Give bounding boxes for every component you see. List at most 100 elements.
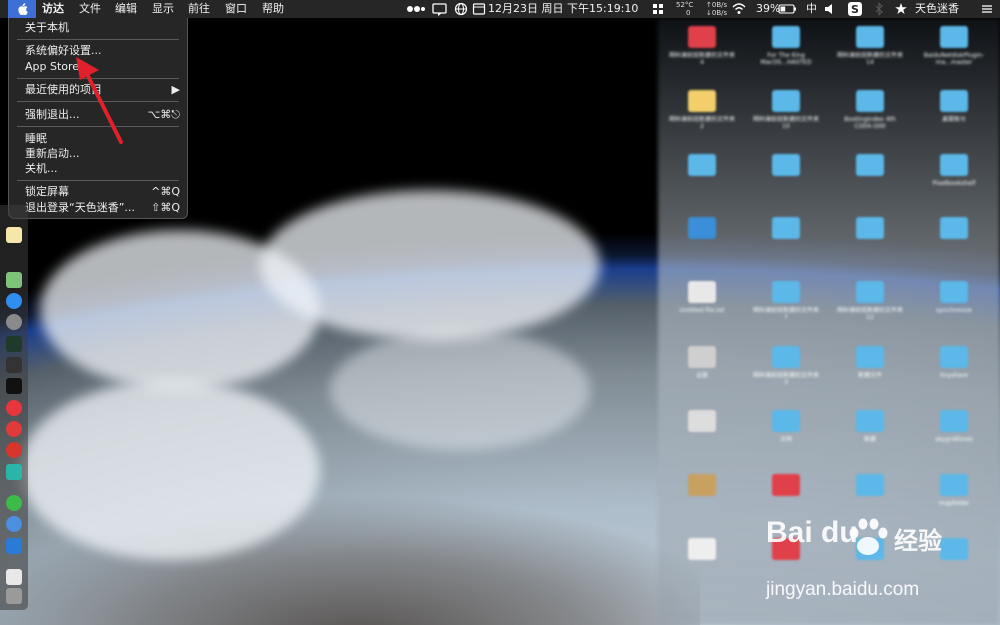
desktop-icon-caption (667, 243, 737, 259)
desktop-icon[interactable] (751, 215, 821, 271)
system-preferences-item[interactable]: 系统偏好设置... (9, 43, 187, 58)
desktop-icon[interactable]: Untitled file.txt (667, 279, 737, 335)
console-app-icon[interactable] (6, 357, 22, 373)
input-method-indicator[interactable]: 中 (806, 0, 817, 18)
restart-item[interactable]: 重新启动... (9, 146, 187, 161)
maps-app-icon[interactable] (6, 272, 22, 288)
folder-icon (856, 217, 884, 239)
datetime-clock[interactable]: 12月23日 周日 下午15:19:10 (488, 0, 638, 18)
desktop-icon[interactable]: 桌面账号 (919, 88, 989, 144)
yandex-browser-icon[interactable] (6, 400, 22, 416)
desktop-icon[interactable] (667, 215, 737, 271)
star-icon[interactable] (895, 0, 907, 18)
desktop-icon[interactable]: 新建 (835, 408, 905, 464)
desktop-icon[interactable]: tinyshare (919, 344, 989, 400)
terminal-app-icon[interactable] (6, 378, 22, 394)
desktop-icon[interactable]: 设置 (667, 344, 737, 400)
calendar-icon[interactable] (472, 0, 486, 18)
desktop-icon[interactable]: 网科课前班新建的文件夹 3 (751, 344, 821, 400)
restart-label: 重新启动... (25, 147, 80, 160)
menu-view[interactable]: 显示 (148, 0, 178, 18)
desktop-icon[interactable] (835, 152, 905, 208)
volume-icon[interactable] (823, 0, 835, 18)
netease-music-icon[interactable] (6, 442, 22, 458)
desktop-icon-caption: tinyshare (939, 372, 968, 379)
lock-screen-item[interactable]: 锁定屏幕 ^⌘Q (9, 184, 187, 199)
desktop-icon[interactable] (667, 472, 737, 528)
watermark-cn: 经验 (894, 527, 942, 555)
trash-icon[interactable] (6, 588, 22, 604)
launch-app-icon[interactable] (6, 516, 22, 532)
s-dock-app-icon[interactable] (6, 538, 22, 554)
desktop-icon[interactable]: Pixelbookshelf (919, 152, 989, 208)
watermark-url: jingyan.baidu.com (766, 579, 920, 600)
desktop-icon[interactable] (667, 408, 737, 464)
s-app-icon[interactable]: S (847, 0, 863, 18)
menu-window[interactable]: 窗口 (221, 0, 251, 18)
app-store-dock-icon[interactable] (6, 293, 22, 309)
submenu-arrow-icon: ▶ (171, 83, 180, 96)
desktop-icon[interactable] (835, 215, 905, 271)
vivaldi-browser-icon[interactable] (6, 421, 22, 437)
notification-icon[interactable] (432, 0, 448, 18)
force-quit-item[interactable]: 强制退出... ⌥⌘⎋ (9, 107, 187, 122)
desktop-icon[interactable]: 网科课前班新建的文件夹 10 (751, 88, 821, 144)
desktop-icon[interactable] (919, 215, 989, 271)
menu-edit[interactable]: 编辑 (111, 0, 141, 18)
force-quit-shortcut: ⌥⌘⎋ (147, 108, 180, 121)
folder-icon (688, 410, 716, 432)
desktop-icon[interactable] (751, 152, 821, 208)
notes-app-icon[interactable] (6, 227, 22, 243)
desktop-icon[interactable]: 网科课前班新建的文件夹 14 (835, 24, 905, 80)
document-dock-icon[interactable] (6, 569, 22, 585)
desktop-icon-caption (751, 243, 821, 259)
globe-icon[interactable] (454, 0, 468, 18)
menu-help[interactable]: 帮助 (258, 0, 288, 18)
paw-logo-icon (849, 518, 888, 555)
desktop-icon-caption: 桌面账号 (941, 116, 966, 123)
grid-app-icon[interactable] (651, 0, 665, 18)
activity-monitor-icon[interactable] (6, 336, 22, 352)
apple-menu-button[interactable] (8, 0, 36, 18)
desktop-icon[interactable]: BaiduNetdiskPlugin-ma...master (919, 24, 989, 80)
system-preferences-dock-icon[interactable] (6, 314, 22, 330)
desktop-icon[interactable]: 网科课前班新建的文件夹 7 (751, 279, 821, 335)
desktop-icon[interactable]: 网科课前班新建的文件夹 12 (835, 279, 905, 335)
folder-icon (772, 154, 800, 176)
desktop-icon[interactable]: Bootingindex 4th CO04-O00 (835, 88, 905, 144)
desktop-icon[interactable]: 新建文件 (835, 344, 905, 400)
about-this-mac-item[interactable]: 关于本机 (9, 20, 187, 35)
shutdown-item[interactable]: 关机... (9, 161, 187, 176)
battery-icon[interactable] (778, 0, 798, 18)
recent-items-item[interactable]: 最近使用的项目 ▶ (9, 82, 187, 97)
desktop-icon[interactable]: 网科课前班新建的文件夹 4 (667, 24, 737, 80)
control-center-icon[interactable] (980, 0, 994, 18)
sleep-item[interactable]: 睡眠 (9, 131, 187, 146)
battery-percent[interactable]: 39% (756, 0, 780, 18)
bluetooth-icon[interactable] (874, 0, 884, 18)
desktop-icon[interactable]: For The King MacOS...HASTED (751, 24, 821, 80)
app-store-item[interactable]: App Store... (9, 59, 187, 74)
desktop-icon-caption: 网科课前班新建的文件夹 2 (668, 116, 735, 130)
desktop-icon[interactable] (667, 152, 737, 208)
wechat-app-icon[interactable] (6, 495, 22, 511)
desktop-icon[interactable]: 文档 (751, 408, 821, 464)
teal-app-icon[interactable] (6, 464, 22, 480)
menu-finder[interactable]: 访达 (38, 0, 68, 18)
user-name[interactable]: 天色迷香 (915, 0, 959, 18)
folder-icon (772, 474, 800, 496)
desktop-icon-caption: skygridlimes (935, 436, 973, 443)
desktop-icon[interactable]: synchronize (919, 279, 989, 335)
folder-icon (940, 474, 968, 496)
desktop-icon[interactable] (667, 536, 737, 592)
menu-go[interactable]: 前往 (184, 0, 214, 18)
menu-file[interactable]: 文件 (75, 0, 105, 18)
desktop-icon[interactable]: 网科课前班新建的文件夹 2 (667, 88, 737, 144)
sleep-label: 睡眠 (25, 132, 47, 145)
dots-icon[interactable] (406, 0, 426, 18)
net-up-speed: ↑0B/s (706, 1, 728, 9)
wifi-icon[interactable] (731, 0, 747, 18)
desktop-icon[interactable]: skygridlimes (919, 408, 989, 464)
logout-item[interactable]: 退出登录“天色迷香”... ⇧⌘Q (9, 200, 187, 215)
desktop-icon-caption: 网科课前班新建的文件夹 14 (836, 52, 903, 66)
